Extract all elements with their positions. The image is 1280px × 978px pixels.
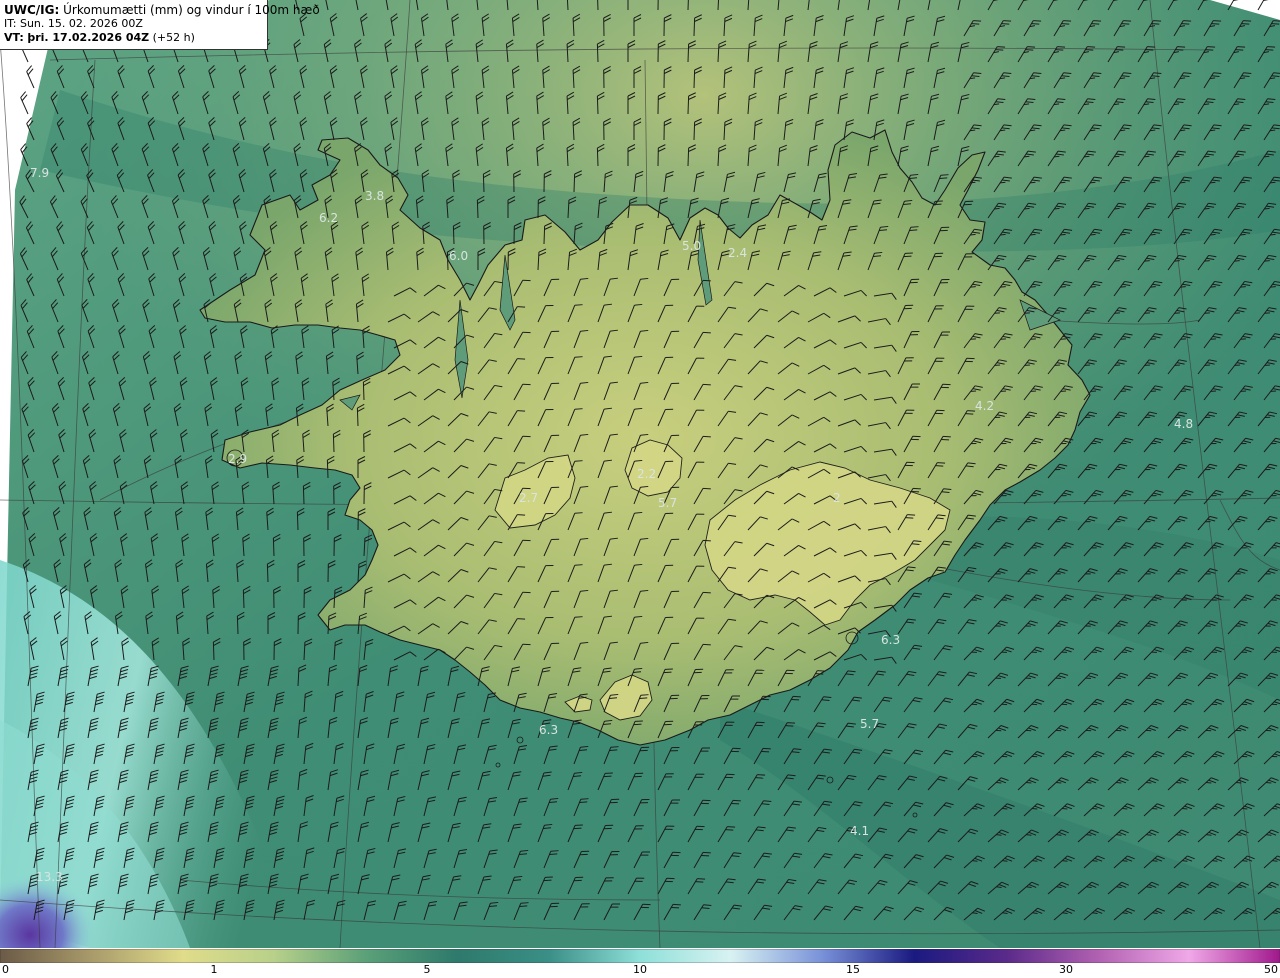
info-box: UWC/IG: Úrkomumætti (mm) og vindur í 100… (0, 0, 320, 50)
precip-value-label: 3.8 (365, 189, 384, 203)
product-title: Úrkomumætti (mm) og vindur í 100m hæð (63, 3, 320, 17)
vt-label: VT: (4, 31, 24, 44)
forecast-offset: (+52 h) (152, 31, 195, 44)
precip-value-label: 6.2 (319, 211, 338, 225)
colorbar-tick-label: 5 (423, 963, 431, 976)
precip-value-label: 2 (833, 491, 841, 505)
precip-value-label: 5.0 (682, 239, 701, 253)
colorbar-tick-label: 1 (210, 963, 218, 976)
precip-value-label: 4.2 (975, 399, 994, 413)
valid-time: þri. 17.02.2026 04Z (27, 31, 150, 44)
colorbar-labels: 0 1 5 10 15 30 50 (0, 962, 1280, 978)
precip-value-label: 2.7 (519, 491, 538, 505)
precip-value-label: 2.4 (728, 246, 747, 260)
precip-value-label: 4.8 (1174, 417, 1193, 431)
precip-value-label: 6.3 (881, 633, 900, 647)
precip-value-label: 2.9 (228, 452, 247, 466)
map-area: 7.9 3.8 6.2 6.0 5.0 2.4 4.2 4.8 2.9 2.7 2.2 5.7 2 6.3… (0, 0, 1280, 948)
initial-time-row: IT: Sun. 15. 02. 2026 00Z (4, 17, 263, 31)
it-label: IT: (4, 17, 17, 30)
precip-value-label: 13.3 (36, 870, 63, 884)
colorbar-tick-label: 10 (633, 963, 647, 976)
precip-value-label: 7.9 (30, 166, 49, 180)
initial-time: Sun. 15. 02. 2026 00Z (19, 17, 143, 30)
valid-time-row: VT: þri. 17.02.2026 04Z (+52 h) (4, 31, 263, 45)
title-row: UWC/IG: Úrkomumætti (mm) og vindur í 100… (4, 3, 320, 17)
colorbar-tick-label: 15 (846, 963, 860, 976)
colorbar-gradient (0, 948, 1280, 964)
colorbar-tick-label: 30 (1059, 963, 1073, 976)
precip-value-label: 6.0 (449, 249, 468, 263)
colorbar-tick-label: 0 (2, 963, 9, 976)
precip-value-label: 2.2 (637, 467, 656, 481)
precip-value-label: 6.3 (539, 723, 558, 737)
precip-value-label: 5.7 (658, 496, 677, 510)
model-label: UWC/IG: (4, 3, 60, 17)
precipitation-map: 7.9 3.8 6.2 6.0 5.0 2.4 4.2 4.8 2.9 2.7 2.2 5.7 2 6.3… (0, 0, 1280, 948)
precip-value-label: 4.1 (850, 824, 869, 838)
precip-value-label: 5.7 (860, 717, 879, 731)
colorbar (0, 948, 1280, 964)
colorbar-tick-label: 50 (1264, 963, 1278, 976)
